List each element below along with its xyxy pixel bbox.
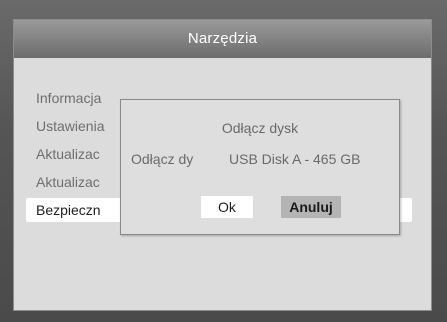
menu-item-aktualizacja-1[interactable]: Aktualizac — [36, 142, 100, 166]
ok-button[interactable]: Ok — [201, 196, 253, 218]
eject-disk-dialog: Odłącz dysk Odłącz dy USB Disk A - 465 G… — [120, 99, 400, 235]
menu-item-ustawienia[interactable]: Ustawienia — [36, 114, 104, 138]
dialog-title: Odłącz dysk — [221, 120, 299, 136]
menu-item-informacja[interactable]: Informacja — [36, 86, 101, 110]
tv-screen: Narzędzia Informacja Ustawienia Aktualiz… — [0, 0, 447, 322]
menu-item-aktualizacja-2[interactable]: Aktualizac — [36, 170, 100, 194]
cancel-button[interactable]: Anuluj — [281, 196, 341, 218]
disk-selector[interactable]: USB Disk A - 465 GB — [229, 151, 361, 167]
disk-row-label: Odłącz dy — [131, 151, 194, 167]
window-title: Narzędzia — [14, 20, 431, 58]
